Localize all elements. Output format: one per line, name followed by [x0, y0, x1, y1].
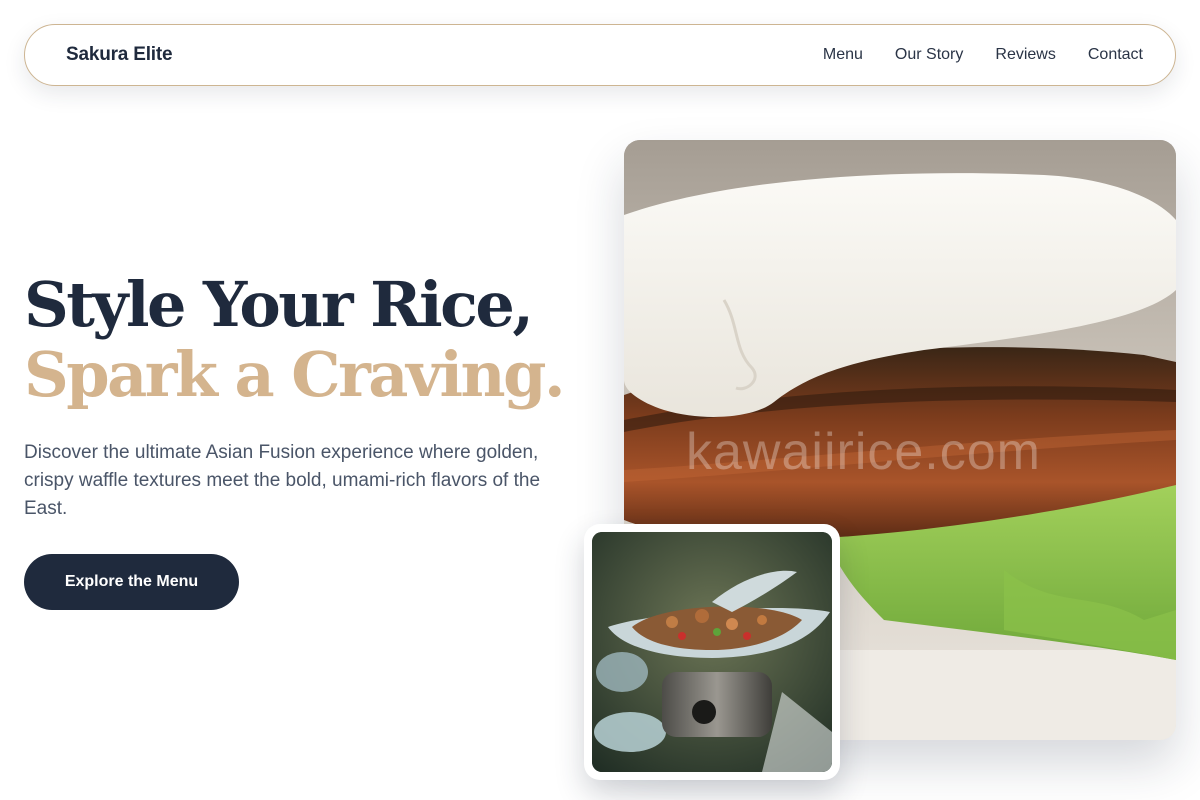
nav-link-our-story[interactable]: Our Story: [895, 46, 963, 64]
hero-headline-line2: Spark a Craving.: [24, 338, 566, 411]
nav-links: Menu Our Story Reviews Contact: [823, 46, 1143, 64]
explore-menu-button[interactable]: Explore the Menu: [24, 554, 239, 610]
nav-link-contact[interactable]: Contact: [1088, 46, 1143, 64]
side-food-image-card: [584, 524, 840, 780]
page: Sakura Elite Menu Our Story Reviews Cont…: [0, 0, 1200, 800]
hero-headline: Style Your Rice, Spark a Craving.: [24, 270, 624, 410]
stir-fry-dish-illustration: [592, 532, 832, 772]
hero-headline-line1: Style Your Rice,: [24, 268, 534, 341]
hero-description: Discover the ultimate Asian Fusion exper…: [24, 442, 541, 519]
image-watermark: kawaiirice.com: [686, 423, 1041, 481]
top-navigation-bar: Sakura Elite Menu Our Story Reviews Cont…: [24, 24, 1176, 86]
side-food-image: [592, 532, 832, 772]
nav-link-menu[interactable]: Menu: [823, 46, 863, 64]
nav-link-reviews[interactable]: Reviews: [995, 46, 1055, 64]
brand-logo[interactable]: Sakura Elite: [66, 44, 173, 66]
